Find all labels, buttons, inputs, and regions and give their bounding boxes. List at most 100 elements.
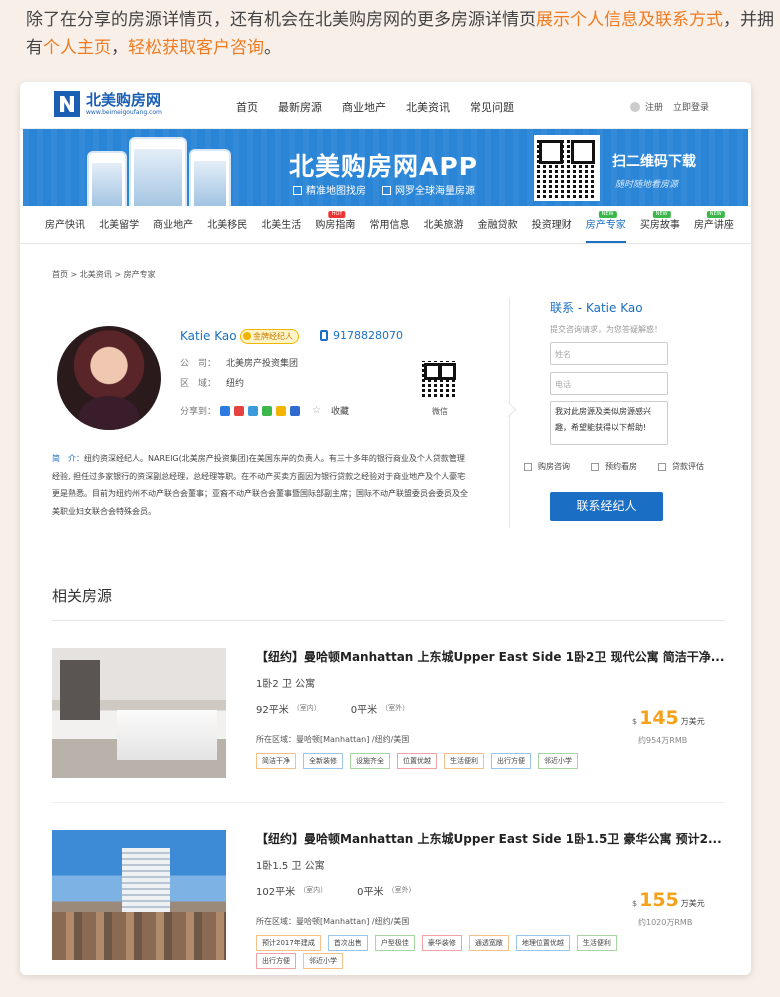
category-tab[interactable]: 北美留学 — [99, 206, 139, 243]
share-label: 分享到： — [180, 407, 217, 417]
check-icon — [382, 186, 391, 195]
agent-company-row: 公 司： 北美房产投资集团 — [180, 356, 298, 369]
banner-features: 精准地图找房 网罗全球海量房源 — [293, 182, 491, 197]
share-qq-icon[interactable] — [276, 405, 287, 416]
user-area: 注册 立即登录 — [629, 100, 719, 113]
contact-subtitle: 提交咨询请求，为您答疑解惑！ — [550, 325, 662, 334]
intro-part: 。 — [264, 38, 281, 58]
indoor-label: （室内） — [299, 886, 328, 894]
intro-part: 除了在分享的房源详情页，还有机会在北美购房网的更多房源详情页 — [26, 10, 536, 30]
listing-location: 所在区域：曼哈顿[Manhattan] /纽约/美国 — [256, 917, 410, 926]
banner-title: 北美购房网APP — [289, 152, 478, 181]
category-tab[interactable]: 北美移民 — [207, 206, 247, 243]
listing-tags: 简洁干净 全新装修 设施齐全 位置优越 生活便利 出行方便 邻近小学 — [256, 753, 626, 771]
feature-tag: 邻近小学 — [303, 953, 343, 969]
intro-text: 除了在分享的房源详情页，还有机会在北美购房网的更多房源详情页展示个人信息及联系方… — [26, 6, 776, 62]
listing-title[interactable]: 【纽约】曼哈顿Manhattan 上东城Upper East Side 1卧1.… — [256, 830, 726, 847]
category-tab[interactable]: 北美旅游 — [424, 206, 464, 243]
price-value: 145 — [639, 707, 679, 729]
wechat-qr-code-icon — [419, 358, 461, 400]
register-link[interactable]: 注册 — [645, 100, 663, 113]
name-input[interactable]: 姓名 — [550, 342, 668, 365]
feature-tag: 豪华装修 — [421, 935, 462, 951]
listing-card[interactable]: 【纽约】曼哈顿Manhattan 上东城Upper East Side 1卧2卫… — [20, 636, 751, 786]
outdoor-label: （室外） — [387, 886, 416, 894]
category-tab[interactable]: 常用信息 — [369, 206, 409, 243]
listing-tags: 预计2017年建成 首次出售 户型极佳 豪华装修 通透宽敞 地理位置优越 生活便利 出行方便邻… — [256, 935, 626, 971]
favorite-star-icon[interactable]: ☆ — [312, 405, 321, 416]
login-link[interactable]: 立即登录 — [673, 100, 709, 113]
logo-icon — [54, 91, 80, 117]
category-tab[interactable]: 投资理财 — [532, 206, 572, 243]
share-wechat-icon[interactable] — [262, 405, 273, 416]
price-value: 155 — [639, 889, 679, 911]
region-label: 区 域： — [180, 379, 217, 389]
contact-title: 联系 - Katie Kao — [550, 301, 643, 315]
feature-tag: 户型极佳 — [374, 935, 415, 951]
category-nav: 房产快讯 北美留学 商业地产 北美移民 北美生活 购房指南 HOT 常用信息 北美旅游 金融贷款投… — [20, 206, 751, 244]
phone-icon — [320, 330, 328, 341]
related-divider — [52, 620, 725, 621]
checkbox-book-viewing[interactable]: 预约看房 — [591, 461, 637, 472]
agent-badge: 金牌经纪人 — [240, 329, 299, 344]
banner-feature: 精准地图找房 — [293, 182, 366, 197]
agent-avatar — [57, 326, 161, 430]
webpage-screenshot: 北美购房网 www.beimeigoufang.com 首页 最新房源 商业地产… — [20, 82, 751, 975]
share-qzone-icon[interactable] — [220, 405, 231, 416]
feature-tag: 生活便利 — [444, 753, 484, 769]
check-icon — [293, 186, 302, 195]
bio-label: 简 介： — [52, 454, 84, 463]
category-tab[interactable]: 北美生活 — [261, 206, 301, 243]
indoor-area: 102平米 — [256, 887, 296, 898]
message-textarea[interactable]: 我对此房源及类似房源感兴趣，希望能获得以下帮助! — [550, 401, 668, 445]
favorite-button[interactable]: 收藏 — [331, 404, 349, 417]
category-tab[interactable]: 房产快讯 — [45, 206, 85, 243]
logo-name: 北美购房网 — [86, 90, 162, 109]
category-tag-badge: NEW — [598, 211, 617, 218]
nav-commercial[interactable]: 商业地产 — [342, 99, 386, 115]
share-renren-icon[interactable] — [290, 405, 301, 416]
agent-phone: 9178828070 — [333, 329, 403, 342]
checkbox-icon — [658, 462, 666, 471]
listing-photo[interactable] — [52, 830, 226, 960]
site-logo[interactable]: 北美购房网 www.beimeigoufang.com — [54, 91, 162, 117]
nav-news[interactable]: 北美资讯 — [406, 99, 450, 115]
listing-area: 102平米 （室内） 0平米 （室外） — [256, 883, 445, 898]
share-weibo-icon[interactable] — [234, 405, 245, 416]
category-tab[interactable]: 商业地产 — [153, 206, 193, 243]
listing-price: $ 145 万美元 — [632, 707, 705, 729]
phone-input[interactable]: 电话 — [550, 372, 668, 395]
price-rmb: 约954万RMB — [638, 736, 688, 745]
category-tag-badge: HOT — [328, 211, 346, 218]
category-tab[interactable]: 房产讲座 NEW — [694, 206, 734, 243]
listing-title[interactable]: 【纽约】曼哈顿Manhattan 上东城Upper East Side 1卧2卫… — [256, 648, 726, 665]
outdoor-area: 0平米 — [357, 887, 384, 898]
agent-bio: 简 介：纽约资深经纪人。NAREIG(北美房产投资集团)在美国东岸的负责人。有三… — [52, 450, 472, 520]
wechat-label: 微信 — [432, 407, 448, 416]
share-tencent-icon[interactable] — [248, 405, 259, 416]
category-tab[interactable]: 金融贷款 — [478, 206, 518, 243]
listing-card[interactable]: 【纽约】曼哈顿Manhattan 上东城Upper East Side 1卧1.… — [20, 818, 751, 971]
contact-agent-button[interactable]: 联系经纪人 — [550, 492, 663, 521]
company-label: 公 司： — [180, 359, 217, 369]
category-tab[interactable]: 房产专家 NEW — [585, 206, 626, 243]
feature-tag: 生活便利 — [576, 935, 617, 951]
category-tab[interactable]: 购房指南 HOT — [315, 206, 355, 243]
outdoor-area: 0平米 — [350, 705, 378, 716]
listing-photo[interactable] — [52, 648, 226, 778]
nav-latest[interactable]: 最新房源 — [278, 99, 322, 115]
breadcrumb: 首页 > 北美资讯 > 房产专家 — [52, 270, 156, 279]
checkbox-loan-assessment[interactable]: 贷款评估 — [658, 461, 704, 472]
checkbox-purchase-consult[interactable]: 购房咨询 — [524, 461, 570, 472]
price-unit: 万美元 — [680, 717, 705, 726]
app-banner[interactable]: 北美购房网APP 精准地图找房 网罗全球海量房源 扫二维码下载 随时随地看房源 — [23, 129, 748, 206]
nav-faq[interactable]: 常见问题 — [470, 99, 514, 115]
section-divider — [509, 298, 510, 528]
feature-tag: 简洁干净 — [256, 753, 296, 769]
intro-part: ， — [111, 38, 128, 58]
phone-mockup — [129, 137, 187, 206]
nav-home[interactable]: 首页 — [236, 99, 258, 115]
category-tab[interactable]: 买房故事 NEW — [640, 206, 680, 243]
category-tag-badge: NEW — [652, 211, 671, 218]
top-navigation: 北美购房网 www.beimeigoufang.com 首页 最新房源 商业地产… — [20, 82, 751, 129]
